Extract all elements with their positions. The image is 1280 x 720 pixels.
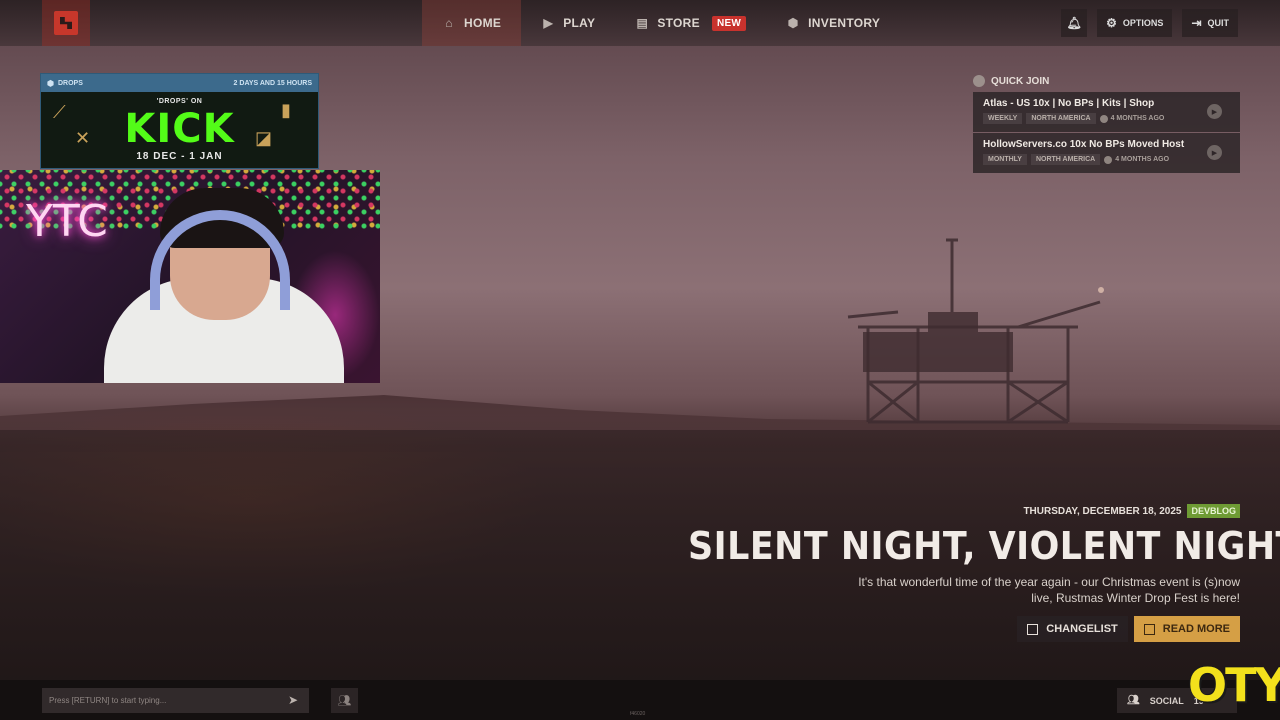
neon-sign: YTC — [26, 196, 108, 247]
options-button[interactable]: ⚙ OPTIONS — [1097, 9, 1173, 37]
play-icon: ▶ — [543, 16, 553, 30]
quick-join-panel: QUICK JOIN Atlas - US 10x | No BPs | Kit… — [973, 74, 1240, 174]
nav-home[interactable]: ⌂ HOME — [422, 0, 522, 46]
notifications-button[interactable]: 🔔︎ — [1061, 9, 1088, 37]
nav-store[interactable]: ▤ STORE NEW — [615, 0, 766, 46]
social-label: SOCIAL — [1149, 695, 1184, 706]
kick-drops-banner: 'DROPS' ON KICK 18 DEC - 1 JAN ⟋ ✕ ▮ ◪ — [41, 92, 318, 168]
server-updated-text: 4 MONTHS AGO — [1115, 156, 1170, 163]
drops-time-left: 2 DAYS AND 15 HOURS — [233, 79, 312, 87]
drops-label: DROPS — [57, 79, 83, 87]
server-row[interactable]: Atlas - US 10x | No BPs | Kits | Shop WE… — [973, 92, 1240, 132]
cube-icon: ⬢ — [787, 16, 799, 30]
server-updated: 4 MONTHS AGO — [1099, 114, 1165, 123]
top-navigation-bar: ⌂ HOME ▶ PLAY ▤ STORE NEW ⬢ INVENTORY 🔔︎… — [0, 0, 1280, 46]
clock-icon — [1104, 155, 1113, 164]
home-icon: ⌂ — [445, 16, 453, 30]
server-updated-text: 4 MONTHS AGO — [1110, 115, 1165, 122]
team-icon: 👥︎ — [337, 695, 352, 707]
server-name: HollowServers.co 10x No BPs Moved Host — [983, 139, 1185, 150]
nav-play-label: PLAY — [563, 16, 596, 30]
join-server-button[interactable]: ▶ — [1207, 104, 1222, 119]
server-region-tag: NORTH AMERICA — [1030, 154, 1101, 165]
webcam-overlay: YTC — [0, 170, 380, 383]
store-icon: ▤ — [636, 16, 649, 30]
main-nav: ⌂ HOME ▶ PLAY ▤ STORE NEW ⬢ INVENTORY — [422, 0, 900, 46]
exit-icon: ⇥ — [1191, 16, 1202, 30]
send-icon[interactable]: ➤ — [288, 693, 298, 707]
read-more-button[interactable]: READ MORE — [1133, 616, 1240, 642]
devblog-title: SILENT NIGHT, VIOLENT NIGHT — [688, 524, 1280, 568]
options-label: OPTIONS — [1122, 18, 1164, 28]
streamer-watermark-logo: OTY — [1188, 658, 1280, 712]
clock-icon — [1099, 114, 1108, 123]
play-icon: ▶ — [1211, 108, 1218, 116]
server-row[interactable]: HollowServers.co 10x No BPs Moved Host M… — [973, 133, 1240, 173]
server-region-tag: NORTH AMERICA — [1026, 113, 1096, 124]
banner-drops-on: 'DROPS' ON — [156, 98, 203, 105]
nav-store-label: STORE — [657, 16, 700, 30]
devblog-feature: THURSDAY, DECEMBER 18, 2025 DEVBLOG SILE… — [640, 504, 1280, 642]
quit-button[interactable]: ⇥ QUIT — [1182, 9, 1238, 37]
devblog-badge: DEVBLOG — [1187, 504, 1240, 518]
server-schedule-tag: WEEKLY — [983, 113, 1023, 124]
bottom-bar: ➤ 👥︎ f46020 👥︎ SOCIAL 19 — [0, 680, 1280, 720]
external-link-icon — [1027, 623, 1039, 635]
quit-label: QUIT — [1207, 18, 1230, 28]
join-server-button[interactable]: ▶ — [1207, 145, 1222, 160]
external-link-icon — [1143, 623, 1155, 635]
rust-logo[interactable] — [42, 0, 90, 46]
card-item-icon: ▮ — [281, 100, 291, 120]
team-button[interactable]: 👥︎ — [331, 688, 358, 713]
nav-home-label: HOME — [464, 16, 502, 30]
gear-icon: ⚙ — [1106, 16, 1117, 30]
changelist-button[interactable]: CHANGELIST — [1017, 616, 1128, 642]
drops-header: ⬢ DROPS 2 DAYS AND 15 HOURS — [41, 74, 318, 92]
crate-item-icon: ◪ — [255, 128, 273, 148]
server-tags: WEEKLY NORTH AMERICA 4 MONTHS AGO — [983, 113, 1230, 124]
devblog-date: THURSDAY, DECEMBER 18, 2025 — [1023, 505, 1182, 517]
devblog-date-row: THURSDAY, DECEMBER 18, 2025 DEVBLOG — [640, 504, 1240, 518]
server-tags: MONTHLY NORTH AMERICA 4 MONTHS AGO — [983, 154, 1230, 165]
quick-join-icon — [973, 75, 985, 87]
rifle-item-icon: ⟋ — [53, 102, 66, 122]
server-schedule-tag: MONTHLY — [983, 154, 1027, 165]
top-right-controls: 🔔︎ ⚙ OPTIONS ⇥ QUIT — [1061, 9, 1238, 37]
bell-icon: 🔔︎ — [1066, 16, 1082, 30]
server-name: Atlas - US 10x | No BPs | Kits | Shop — [983, 98, 1155, 109]
oil-rig-illustration — [847, 238, 1104, 424]
banner-dates: 18 DEC - 1 JAN — [136, 151, 223, 162]
devblog-actions: CHANGELIST READ MORE — [640, 616, 1240, 642]
quick-join-title: QUICK JOIN — [991, 75, 1050, 87]
chat-input[interactable] — [42, 688, 309, 713]
version-text: f46020 — [630, 711, 646, 717]
crossbow-item-icon: ✕ — [75, 128, 91, 148]
read-more-label: READ MORE — [1162, 623, 1230, 635]
nav-play[interactable]: ▶ PLAY — [521, 0, 615, 46]
rust-logo-icon — [54, 11, 78, 35]
people-icon: 👥︎ — [1127, 695, 1140, 706]
nav-inventory-label: INVENTORY — [808, 16, 881, 30]
server-updated: 4 MONTHS AGO — [1104, 155, 1170, 164]
store-new-badge: NEW — [711, 15, 747, 31]
drops-panel[interactable]: ⬢ DROPS 2 DAYS AND 15 HOURS 'DROPS' ON K… — [40, 73, 319, 169]
drops-cube-icon: ⬢ — [47, 78, 54, 88]
changelist-label: CHANGELIST — [1046, 623, 1118, 635]
play-icon: ▶ — [1211, 149, 1218, 157]
quick-join-header: QUICK JOIN — [973, 74, 1240, 88]
devblog-description: It's that wonderful time of the year aga… — [858, 575, 1240, 605]
nav-inventory[interactable]: ⬢ INVENTORY — [766, 0, 900, 46]
